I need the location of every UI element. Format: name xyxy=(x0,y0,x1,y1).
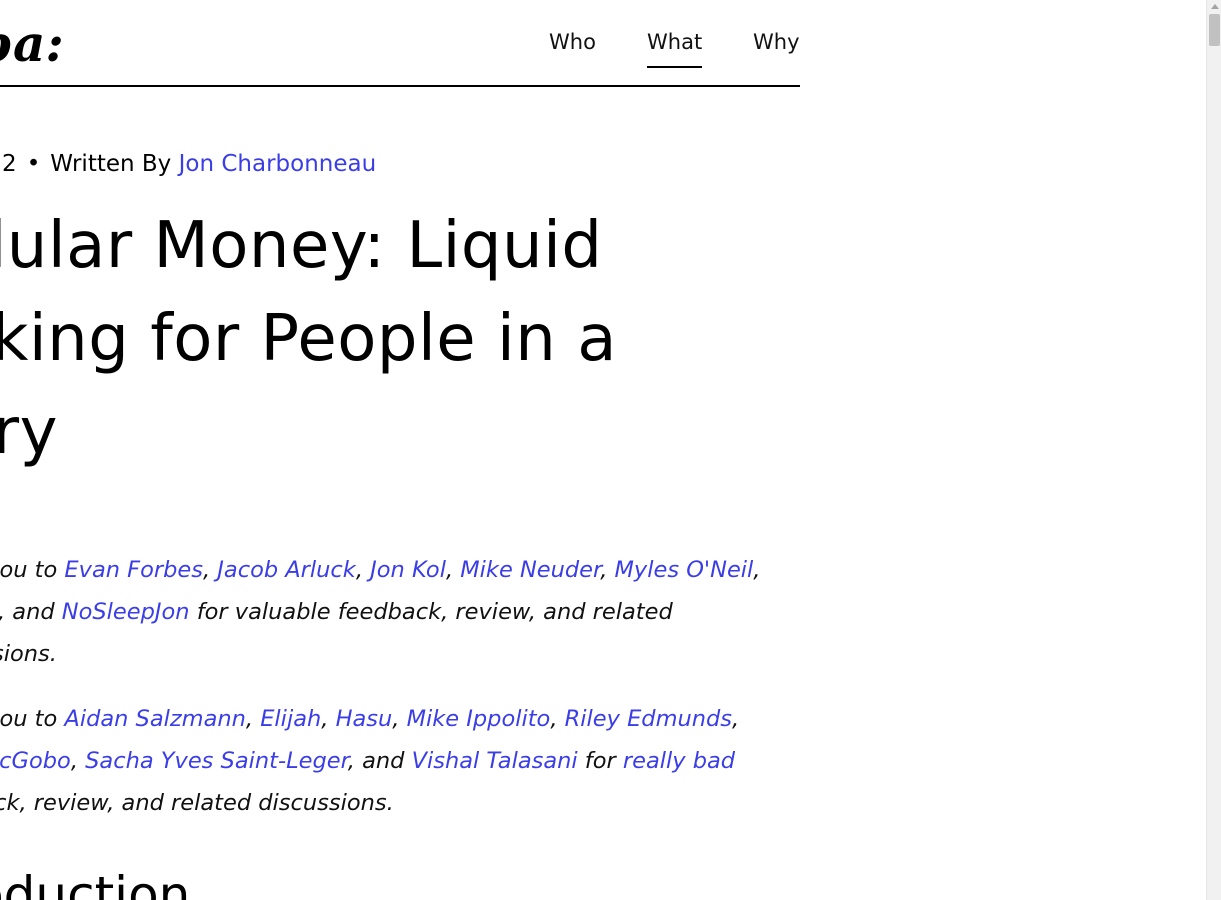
name-link[interactable]: Aidan Salzmann xyxy=(64,706,245,732)
name-link[interactable]: Jacob Arluck xyxy=(217,557,356,583)
name-link[interactable]: NoSleepJon xyxy=(62,599,190,625)
really-bad-link[interactable]: really bad xyxy=(623,748,735,774)
title-line: urry xyxy=(0,395,58,469)
name-link[interactable]: Vishal Talasani xyxy=(412,748,578,774)
nav-why[interactable]: Why xyxy=(753,28,800,56)
section-heading-introduction: troduction xyxy=(0,866,191,900)
header-divider xyxy=(0,85,800,87)
name-link[interactable]: Elijah xyxy=(260,706,321,732)
site-logo[interactable]: ba: xyxy=(0,14,64,74)
acknowledgement-paragraph-2: k you to Aidan Salzmann, Elijah, Hasu, M… xyxy=(0,698,806,824)
and-text: and xyxy=(12,599,55,625)
ack-prefix: k you to xyxy=(0,706,58,732)
acknowledgement-paragraph-1: k you to Evan Forbes, Jacob Arluck, Jon … xyxy=(0,549,806,675)
vertical-scrollbar[interactable] xyxy=(1206,0,1221,900)
for-text: for xyxy=(584,748,616,774)
meta-separator: • xyxy=(26,151,41,177)
ack-text: ussions. xyxy=(0,641,57,667)
article-title: odular Money: Liquid taking for People i… xyxy=(0,200,806,479)
ack-text: back, review, and related discussions. xyxy=(0,790,394,816)
article-date: uary 2 xyxy=(0,151,17,177)
page: ba: Who What Why uary 2 • Written By Jon C… xyxy=(0,0,1206,900)
name-link[interactable]: Mike Neuder xyxy=(460,557,600,583)
name-link[interactable]: Myles O'Neil xyxy=(615,557,754,583)
ack-prefix: k you to xyxy=(0,557,58,583)
title-line: odular Money: Liquid xyxy=(0,209,603,283)
name-link[interactable]: Evan Forbes xyxy=(64,557,203,583)
name-link[interactable]: Jon Kol xyxy=(370,557,446,583)
and-text: and xyxy=(362,748,405,774)
ack-text: for valuable feedback, review, and relat… xyxy=(196,599,673,625)
article-meta: uary 2 • Written By Jon Charbonneau xyxy=(0,147,376,181)
name-link[interactable]: Sacha Yves Saint-Leger xyxy=(85,748,348,774)
nav-who[interactable]: Who xyxy=(549,28,596,56)
scrollbar-thumb[interactable] xyxy=(1209,14,1220,46)
name-link[interactable]: oMcGobo xyxy=(0,748,71,774)
name-link[interactable]: Riley Edmunds xyxy=(565,706,732,732)
written-by-label: Written By xyxy=(50,151,172,177)
scroll-up-arrow-icon[interactable] xyxy=(1211,4,1219,9)
author-link[interactable]: Jon Charbonneau xyxy=(179,151,377,177)
title-line: taking for People in a xyxy=(0,302,617,376)
name-link[interactable]: Hasu xyxy=(336,706,393,732)
nav-what[interactable]: What xyxy=(647,28,703,68)
name-link[interactable]: Mike Ippolito xyxy=(407,706,551,732)
